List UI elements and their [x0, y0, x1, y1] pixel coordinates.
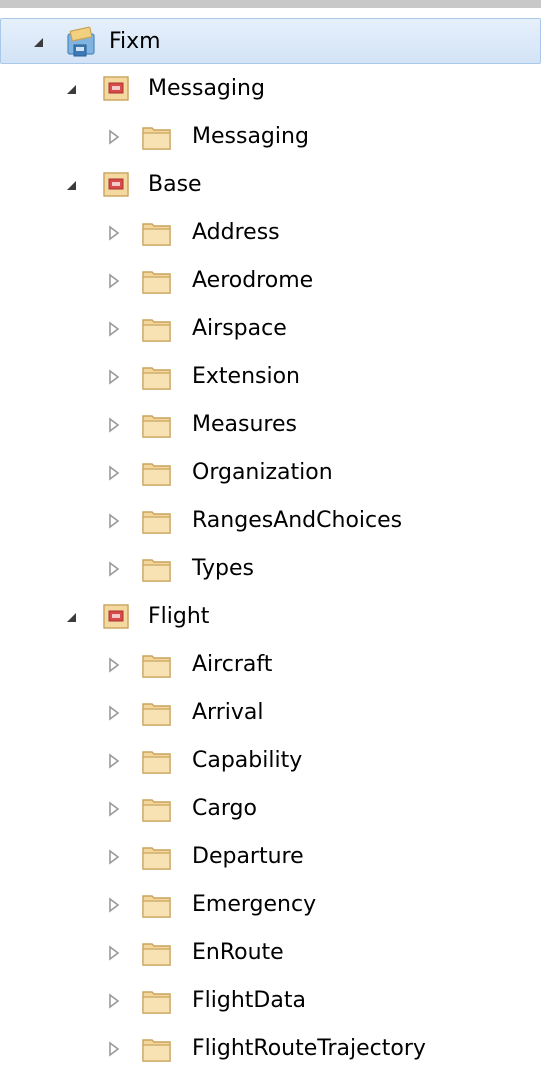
tree-node-package-base[interactable]: Base	[0, 162, 541, 210]
tree-node-folder-capability[interactable]: Capability	[0, 738, 541, 786]
tree-node-folder-ranked-trajectory[interactable]: RankedTrajectory	[0, 1074, 541, 1082]
tree-node-folder-organization[interactable]: Organization	[0, 450, 541, 498]
tree-node-label: Types	[192, 556, 254, 581]
tree-node-folder-arrival[interactable]: Arrival	[0, 690, 541, 738]
tree-node-label: Capability	[192, 748, 303, 773]
tree-node-folder-ranges-and-choices[interactable]: RangesAndChoices	[0, 498, 541, 546]
folder-icon	[140, 216, 174, 250]
folder-icon	[140, 936, 174, 970]
expanded-arrow-icon[interactable]	[62, 175, 82, 195]
collapsed-arrow-icon[interactable]	[104, 415, 124, 435]
tree-node-fixm[interactable]: Fixm	[0, 18, 541, 64]
tree-node-folder-airspace[interactable]: Airspace	[0, 306, 541, 354]
tree-node-folder-aerodrome[interactable]: Aerodrome	[0, 258, 541, 306]
project-browser-tree: Fixm Messaging Messaging Base Address Aerodro…	[0, 0, 541, 1082]
folder-icon	[140, 888, 174, 922]
collapsed-arrow-icon[interactable]	[104, 703, 124, 723]
folder-icon	[140, 264, 174, 298]
collapsed-arrow-icon[interactable]	[104, 271, 124, 291]
tree-node-label: Emergency	[192, 892, 317, 917]
tree-node-label: FlightData	[192, 988, 306, 1013]
collapsed-arrow-icon[interactable]	[104, 319, 124, 339]
collapsed-arrow-icon[interactable]	[104, 367, 124, 387]
tree-node-folder-flight-route-trajectory[interactable]: FlightRouteTrajectory	[0, 1026, 541, 1074]
tree-node-label: EnRoute	[192, 940, 284, 965]
folder-icon	[140, 648, 174, 682]
tree-node-label: Extension	[192, 364, 301, 389]
collapsed-arrow-icon[interactable]	[104, 655, 124, 675]
tree-node-folder-flight-data[interactable]: FlightData	[0, 978, 541, 1026]
tree-node-folder-measures[interactable]: Measures	[0, 402, 541, 450]
tree-node-package-messaging[interactable]: Messaging	[0, 66, 541, 114]
tree-node-folder-cargo[interactable]: Cargo	[0, 786, 541, 834]
folder-icon	[140, 504, 174, 538]
collapsed-arrow-icon[interactable]	[104, 127, 124, 147]
folder-icon	[140, 744, 174, 778]
folder-icon	[140, 984, 174, 1018]
tree-node-folder-extension[interactable]: Extension	[0, 354, 541, 402]
tree-node-folder-messaging[interactable]: Messaging	[0, 114, 541, 162]
folder-icon	[140, 696, 174, 730]
tree-node-label: Flight	[148, 604, 210, 629]
tree-node-label: RangesAndChoices	[192, 508, 403, 533]
package-icon	[100, 168, 134, 202]
package-icon	[100, 600, 134, 634]
folder-icon	[140, 552, 174, 586]
tree-node-folder-types[interactable]: Types	[0, 546, 541, 594]
tree-rows: Fixm Messaging Messaging Base Address Aerodro…	[0, 18, 541, 1082]
tree-node-label: FlightRouteTrajectory	[192, 1036, 426, 1061]
tree-node-label: Messaging	[192, 124, 309, 149]
model-root-icon	[65, 25, 99, 59]
tree-node-folder-address[interactable]: Address	[0, 210, 541, 258]
folder-icon	[140, 408, 174, 442]
folder-icon	[140, 312, 174, 346]
tree-node-label: Arrival	[192, 700, 264, 725]
collapsed-arrow-icon[interactable]	[104, 799, 124, 819]
tree-node-folder-departure[interactable]: Departure	[0, 834, 541, 882]
collapsed-arrow-icon[interactable]	[104, 1039, 124, 1059]
expanded-arrow-icon[interactable]	[29, 32, 49, 52]
collapsed-arrow-icon[interactable]	[104, 751, 124, 771]
tree-node-folder-emergency[interactable]: Emergency	[0, 882, 541, 930]
tree-node-label: Airspace	[192, 316, 287, 341]
tree-node-label: Cargo	[192, 796, 257, 821]
panel-top-border	[0, 0, 541, 8]
expanded-arrow-icon[interactable]	[62, 79, 82, 99]
tree-node-label: Aircraft	[192, 652, 273, 677]
collapsed-arrow-icon[interactable]	[104, 943, 124, 963]
expanded-arrow-icon[interactable]	[62, 607, 82, 627]
folder-icon	[140, 792, 174, 826]
folder-icon	[140, 120, 174, 154]
package-icon	[100, 72, 134, 106]
collapsed-arrow-icon[interactable]	[104, 895, 124, 915]
tree-node-label: Messaging	[148, 76, 265, 101]
tree-node-folder-en-route[interactable]: EnRoute	[0, 930, 541, 978]
tree-node-folder-aircraft[interactable]: Aircraft	[0, 642, 541, 690]
collapsed-arrow-icon[interactable]	[104, 991, 124, 1011]
tree-node-label: Measures	[192, 412, 297, 437]
tree-node-label: Aerodrome	[192, 268, 314, 293]
collapsed-arrow-icon[interactable]	[104, 223, 124, 243]
tree-node-package-flight[interactable]: Flight	[0, 594, 541, 642]
tree-node-label: Fixm	[109, 29, 161, 54]
folder-icon	[140, 840, 174, 874]
collapsed-arrow-icon[interactable]	[104, 847, 124, 867]
collapsed-arrow-icon[interactable]	[104, 463, 124, 483]
collapsed-arrow-icon[interactable]	[104, 559, 124, 579]
folder-icon	[140, 456, 174, 490]
tree-node-label: Address	[192, 220, 280, 245]
tree-node-label: Base	[148, 172, 202, 197]
tree-node-label: Organization	[192, 460, 333, 485]
collapsed-arrow-icon[interactable]	[104, 511, 124, 531]
folder-icon	[140, 360, 174, 394]
folder-icon	[140, 1032, 174, 1066]
tree-node-label: Departure	[192, 844, 304, 869]
